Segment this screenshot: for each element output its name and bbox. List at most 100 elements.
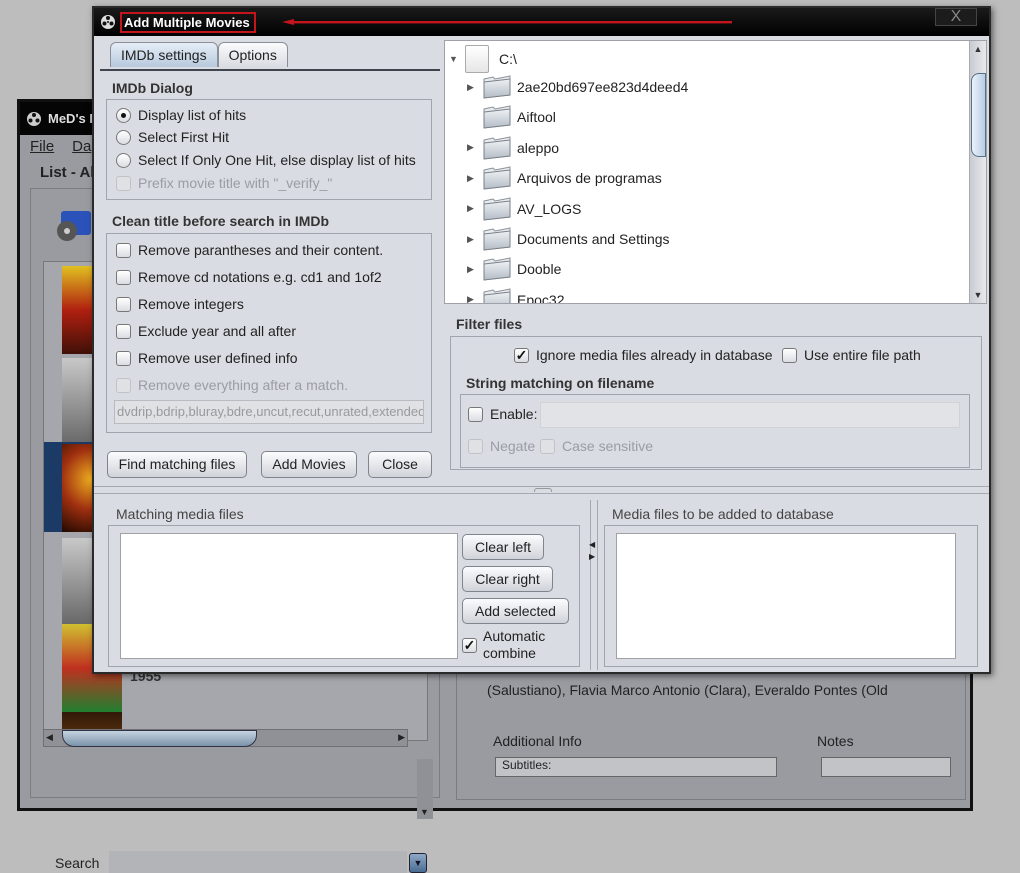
checkbox-remove-cd-notations[interactable]: Remove cd notations e.g. cd1 and 1of2	[116, 269, 382, 285]
close-button[interactable]: Close	[368, 451, 432, 478]
checkbox-icon[interactable]	[116, 377, 131, 393]
horizontal-scroll-thumb[interactable]	[62, 730, 257, 747]
tab-options[interactable]: Options	[217, 42, 288, 67]
matching-media-list[interactable]	[120, 533, 458, 659]
dialog-titlebar[interactable]: Add Multiple Movies X	[94, 8, 989, 36]
menu-file[interactable]: File	[30, 138, 54, 155]
to-add-list[interactable]	[616, 533, 956, 659]
checkbox-remove-user-defined[interactable]: Remove user defined info	[116, 350, 298, 366]
checkbox-exclude-year[interactable]: Exclude year and all after	[116, 323, 296, 339]
vertical-splitter[interactable]: ◀ ▶	[589, 500, 598, 670]
expand-icon[interactable]: ▶	[467, 142, 477, 153]
clear-right-button[interactable]: Clear right	[462, 566, 553, 592]
close-window-button[interactable]: X	[935, 8, 977, 26]
checkmark-icon[interactable]: ✓	[462, 637, 477, 653]
string-match-input[interactable]	[540, 402, 960, 428]
checkbox-ignore-in-database[interactable]: ✓ Ignore media files already in database	[514, 347, 773, 363]
tree-folder-item[interactable]: ▶ AV_LOGS	[467, 196, 581, 221]
search-dropdown-button[interactable]: ▼	[409, 853, 427, 873]
find-matching-files-button[interactable]: Find matching files	[107, 451, 247, 478]
checkbox-icon[interactable]	[540, 438, 555, 454]
directory-tree[interactable]: ▼ C:\ ▶ 2ae20bd697ee823d4deed4 Aiftool ▶ ale…	[444, 40, 987, 304]
checkbox-icon[interactable]	[116, 296, 131, 312]
checkbox-enable-string-match[interactable]: Enable:	[468, 406, 537, 422]
expand-icon[interactable]: ▶	[467, 234, 477, 245]
folder-icon	[483, 257, 511, 281]
checkbox-negate[interactable]: Negate	[468, 438, 535, 454]
radio-select-if-one[interactable]: Select If Only One Hit, else display lis…	[116, 152, 416, 168]
scroll-down-icon[interactable]: ▼	[970, 287, 986, 303]
clear-left-button[interactable]: Clear left	[462, 534, 544, 560]
expand-icon[interactable]: ▶	[467, 203, 477, 214]
add-movies-button[interactable]: Add Movies	[261, 451, 357, 478]
movie-camera-icon	[57, 211, 91, 241]
checkbox-remove-parentheses[interactable]: Remove parantheses and their content.	[116, 242, 383, 258]
expand-icon[interactable]: ▶	[467, 264, 477, 275]
scroll-up-icon[interactable]: ▲	[970, 41, 986, 57]
tree-root-drive[interactable]: ▼ C:\	[449, 45, 517, 73]
tree-folder-item[interactable]: ▶ Arquivos de programas	[467, 166, 662, 190]
tree-folder-item[interactable]: ▶ aleppo	[467, 136, 559, 160]
checkbox-label: Remove integers	[138, 296, 244, 312]
tree-vertical-scrollbar[interactable]: ▲ ▼	[969, 41, 986, 303]
radio-display-list[interactable]: Display list of hits	[116, 107, 246, 123]
tree-label: aleppo	[517, 139, 560, 156]
folder-icon	[483, 105, 511, 129]
expand-icon[interactable]: ▶	[467, 82, 477, 93]
expand-icon[interactable]: ▶	[467, 173, 477, 184]
collapse-right-icon[interactable]: ▶	[589, 552, 595, 561]
tree-folder-item[interactable]: Aiftool	[467, 105, 556, 129]
tree-scroll-thumb[interactable]	[971, 73, 986, 157]
tree-folder-item[interactable]: ▶ 2ae20bd697ee823d4deed4	[467, 75, 688, 99]
collapse-left-icon[interactable]: ◀	[589, 540, 595, 549]
checkbox-label: Enable:	[490, 406, 538, 422]
scroll-left-icon[interactable]: ◀	[46, 732, 53, 743]
radio-icon[interactable]	[116, 129, 131, 145]
checkbox-remove-after-match[interactable]: Remove everything after a match.	[116, 377, 348, 393]
expanded-icon[interactable]: ▼	[449, 54, 459, 64]
string-matching-heading: String matching on filename	[466, 375, 655, 391]
checkbox-label: Remove user defined info	[138, 350, 298, 366]
list-horizontal-scrollbar[interactable]: ◀ ▶	[43, 729, 408, 747]
search-input[interactable]	[109, 851, 407, 873]
checkbox-label: Remove cd notations e.g. cd1 and 1of2	[138, 269, 382, 285]
radio-icon[interactable]	[116, 152, 131, 168]
list-vertical-scrollbar[interactable]: ▼	[417, 759, 433, 819]
checkbox-icon[interactable]	[116, 269, 131, 285]
additional-info-field[interactable]: Subtitles:	[495, 757, 777, 777]
scroll-down-icon[interactable]: ▼	[420, 807, 429, 817]
radio-label: Select First Hit	[138, 129, 230, 145]
tree-folder-item[interactable]: ▶ Dooble	[467, 257, 561, 281]
add-multiple-movies-dialog: Add Multiple Movies X IMDb settings Opti…	[92, 6, 991, 674]
checkbox-automatic-combine[interactable]: ✓ Automatic combine	[462, 628, 545, 662]
expand-icon[interactable]: ▶	[467, 294, 477, 303]
checkbox-label: Remove parantheses and their content.	[138, 242, 384, 258]
tab-imdb-settings[interactable]: IMDb settings	[110, 42, 218, 67]
checkbox-icon[interactable]	[468, 406, 483, 422]
checkmark-icon[interactable]: ✓	[514, 347, 529, 363]
menu-database[interactable]: Da	[72, 138, 91, 155]
checkbox-use-entire-path[interactable]: Use entire file path	[782, 347, 921, 363]
search-label: Search	[55, 855, 100, 871]
horizontal-splitter[interactable]	[94, 486, 989, 494]
radio-select-first[interactable]: Select First Hit	[116, 129, 229, 145]
folder-icon	[483, 288, 511, 303]
checkbox-icon[interactable]	[116, 323, 131, 339]
checkbox-remove-integers[interactable]: Remove integers	[116, 296, 244, 312]
checkbox-icon[interactable]	[468, 438, 483, 454]
add-selected-button[interactable]: Add selected	[462, 598, 569, 624]
checkbox-prefix-verify[interactable]: Prefix movie title with "_verify_"	[116, 175, 332, 191]
notes-field[interactable]	[821, 757, 951, 777]
checkbox-icon[interactable]	[782, 347, 797, 363]
radio-selected-icon[interactable]	[116, 107, 131, 123]
tree-folder-item[interactable]: ▶ Documents and Settings	[467, 227, 670, 251]
checkbox-icon[interactable]	[116, 350, 131, 366]
scroll-right-icon[interactable]: ▶	[398, 732, 405, 743]
folder-icon	[483, 196, 511, 221]
checkbox-icon[interactable]	[116, 242, 131, 258]
checkbox-icon[interactable]	[116, 175, 131, 191]
tree-folder-item[interactable]: ▶ Epoc32	[467, 288, 564, 303]
splitter-grip-icon[interactable]	[534, 488, 552, 492]
user-defined-info-input[interactable]: dvdrip,bdrip,bluray,bdre,uncut,recut,unr…	[114, 400, 424, 424]
checkbox-case-sensitive[interactable]: Case sensitive	[540, 438, 653, 454]
